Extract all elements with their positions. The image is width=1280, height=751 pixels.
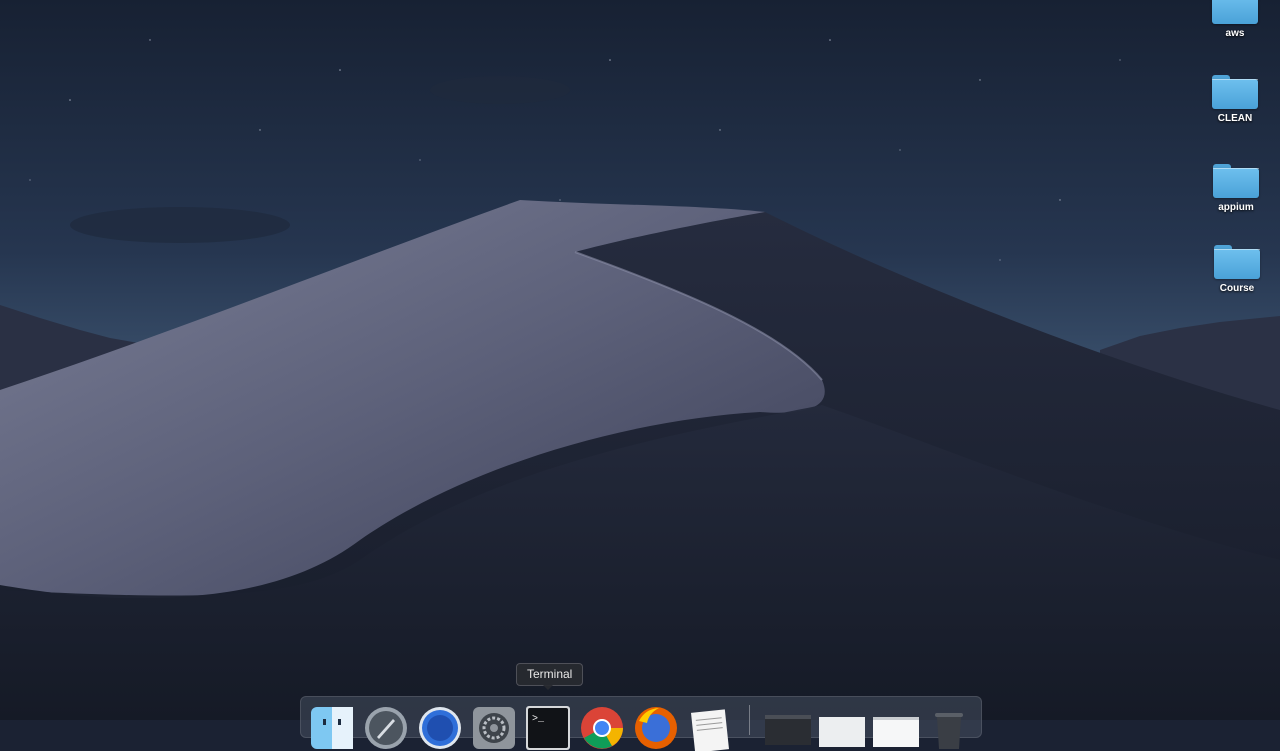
folder-icon (1212, 0, 1258, 24)
trash-icon[interactable] (927, 705, 971, 751)
document-thumbnail-icon[interactable] (817, 705, 867, 751)
dock-separator (749, 705, 750, 735)
window-thumbnail-icon[interactable] (763, 705, 813, 751)
chrome-icon[interactable] (579, 705, 625, 751)
desktop-folder-label: CLEAN (1217, 113, 1253, 124)
desktop-folder-appium[interactable]: appium (1194, 164, 1278, 213)
document-thumbnail-icon[interactable] (871, 705, 921, 751)
desktop-folder-label: aws (1225, 28, 1245, 39)
desktop-folder-clean[interactable]: CLEAN (1193, 75, 1277, 124)
desktop-icon-column: aws CLEAN appium Course (1190, 0, 1280, 320)
gear-icon[interactable] (471, 705, 517, 751)
desktop-folder-course[interactable]: Course (1195, 245, 1279, 294)
folder-icon (1213, 164, 1259, 198)
desktop-folder-label: Course (1219, 283, 1255, 294)
terminal-icon[interactable]: >_ (525, 705, 571, 751)
textedit-icon[interactable] (687, 705, 733, 751)
dock-tooltip: Terminal (516, 663, 584, 690)
desktop-folder-label: appium (1218, 202, 1254, 213)
safari-icon[interactable] (417, 705, 463, 751)
folder-icon (1212, 75, 1258, 109)
finder-icon[interactable] (309, 705, 355, 751)
folder-icon (1214, 245, 1260, 279)
desktop-wallpaper (0, 0, 1280, 720)
desktop-folder-aws[interactable]: aws (1193, 0, 1277, 39)
launchpad-icon[interactable] (363, 705, 409, 751)
firefox-icon[interactable] (633, 705, 679, 751)
dock: >_ (300, 696, 982, 751)
